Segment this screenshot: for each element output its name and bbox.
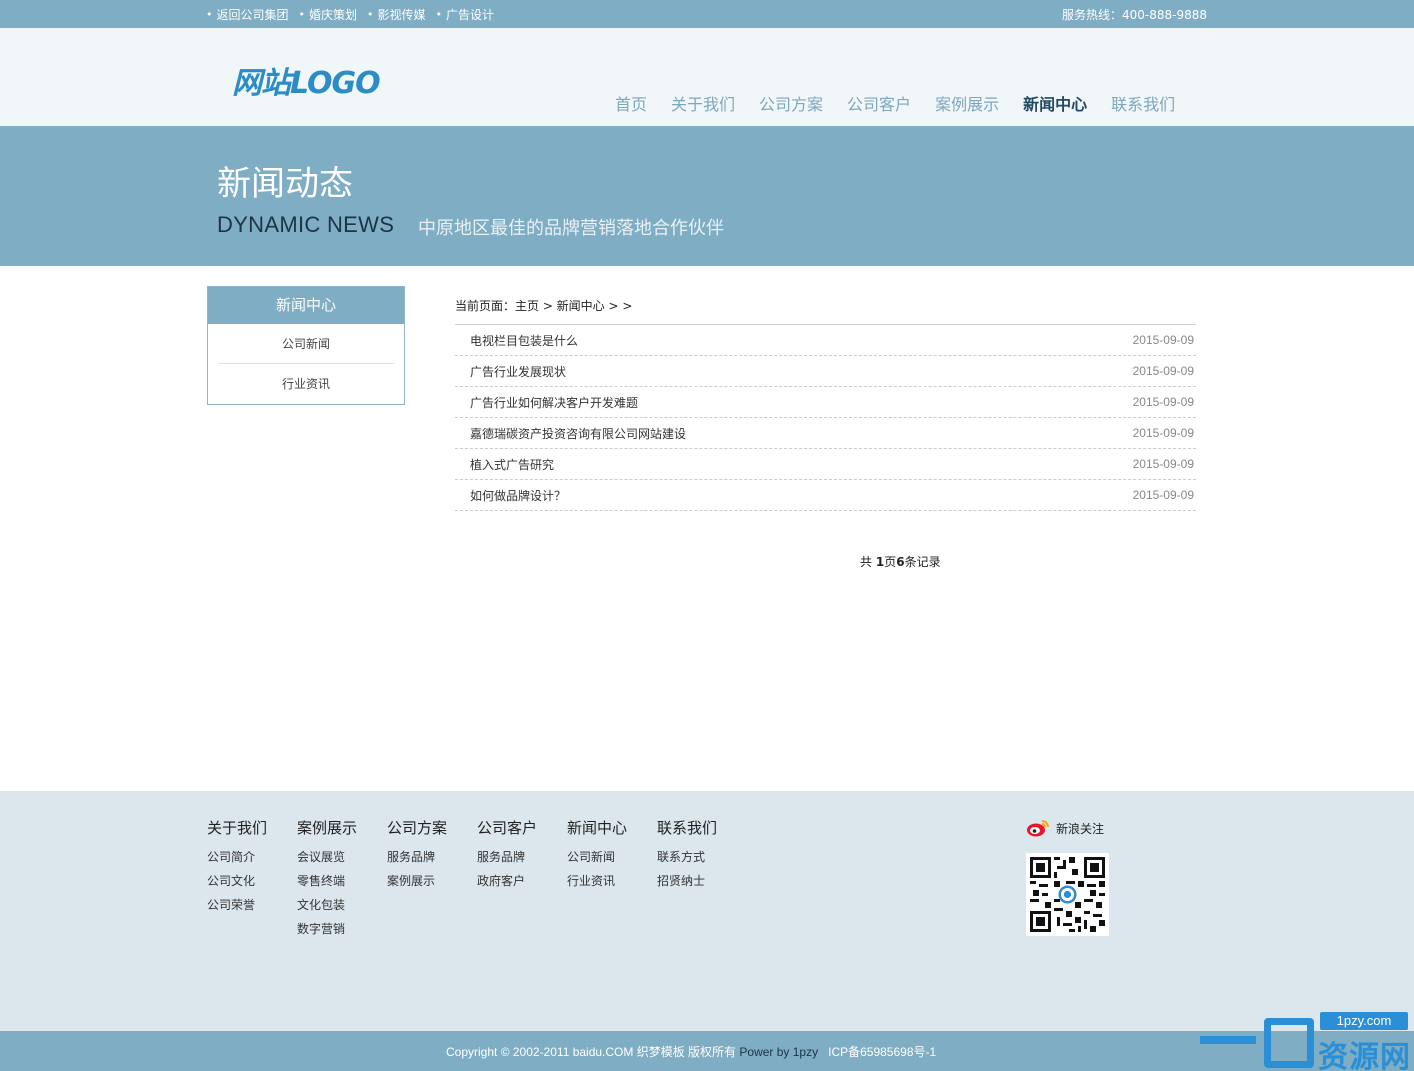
- watermark-text: 资源网: [1318, 1040, 1411, 1071]
- pager-page-count: 1: [875, 555, 885, 569]
- list-item[interactable]: 广告行业发展现状 2015-09-09: [455, 356, 1196, 387]
- list-item[interactable]: 如何做品牌设计？ 2015-09-09: [455, 480, 1196, 511]
- weibo-icon: [1026, 818, 1050, 838]
- top-bar: 返回公司集团 婚庆策划 影视传媒 广告设计 服务热线：400-888-9888: [0, 0, 1414, 28]
- footer-col-solutions: 公司方案 服务品牌 案例展示: [387, 817, 477, 893]
- breadcrumb[interactable]: 当前页面：主页 > 新闻中心 > >: [455, 297, 632, 314]
- footer-link[interactable]: 招贤纳士: [657, 869, 747, 893]
- footer-col-about: 关于我们 公司简介 公司文化 公司荣誉: [207, 817, 297, 917]
- banner-slogan: 中原地区最佳的品牌营销落地合作伙伴: [418, 218, 724, 239]
- top-link-media[interactable]: 影视传媒: [367, 6, 426, 23]
- watermark-bar: [1200, 1036, 1256, 1044]
- watermark: 1pzy.com 资源网: [1200, 1012, 1414, 1071]
- nav-about[interactable]: 关于我们: [659, 90, 747, 120]
- nav-clients[interactable]: 公司客户: [835, 90, 923, 120]
- footer-col-title: 公司方案: [387, 819, 448, 837]
- news-date: 2015-09-09: [1132, 364, 1194, 378]
- footer-col-clients: 公司客户 服务品牌 政府客户: [477, 817, 567, 893]
- top-links: 返回公司集团 婚庆策划 影视传媒 广告设计: [206, 0, 495, 28]
- nav-news[interactable]: 新闻中心: [1011, 90, 1099, 120]
- copyright: Copyright © 2002-2011 baidu.COM 织梦模板 版权所…: [446, 1031, 936, 1071]
- pager-mid: 页: [884, 555, 897, 569]
- qr-code-icon: [1030, 857, 1105, 932]
- watermark-url: 1pzy.com: [1320, 1012, 1408, 1030]
- icp-number: ICP备65985698号-1: [818, 1045, 937, 1059]
- sidebar-item-industry-news[interactable]: 行业资讯: [218, 364, 394, 404]
- footer-link[interactable]: 文化包装: [297, 893, 387, 917]
- banner-title: 新闻动态: [217, 164, 353, 204]
- pagination-summary: 共 1页6条记录: [860, 553, 941, 570]
- list-item[interactable]: 电视栏目包装是什么 2015-09-09: [455, 325, 1196, 356]
- footer-col-title: 关于我们: [207, 819, 268, 837]
- top-link-ad-design[interactable]: 广告设计: [436, 6, 494, 23]
- sidebar: 新闻中心 公司新闻 行业资讯: [207, 286, 405, 405]
- footer-link[interactable]: 公司新闻: [567, 845, 657, 869]
- news-title[interactable]: 植入式广告研究: [470, 456, 554, 473]
- watermark-logo-icon: [1264, 1018, 1314, 1068]
- news-title[interactable]: 广告行业发展现状: [470, 363, 566, 380]
- main-nav: 首页 关于我们 公司方案 公司客户 案例展示 新闻中心 联系我们: [603, 90, 1187, 120]
- footer-link[interactable]: 公司荣誉: [207, 893, 297, 917]
- news-date: 2015-09-09: [1132, 395, 1194, 409]
- news-title[interactable]: 广告行业如何解决客户开发难题: [470, 394, 638, 411]
- footer-link[interactable]: 行业资讯: [567, 869, 657, 893]
- qr-code: [1026, 853, 1109, 936]
- pager-record-count: 6: [896, 555, 905, 569]
- footer: 关于我们 公司简介 公司文化 公司荣誉 案例展示 会议展览 零售终端 文化包装 …: [0, 791, 1414, 1031]
- news-date: 2015-09-09: [1132, 426, 1194, 440]
- footer-link[interactable]: 政府客户: [477, 869, 567, 893]
- news-date: 2015-09-09: [1132, 457, 1194, 471]
- footer-link[interactable]: 联系方式: [657, 845, 747, 869]
- copyright-text: Copyright © 2002-2011 baidu.COM 织梦模板 版权所…: [446, 1045, 740, 1059]
- weibo-label: 新浪关注: [1056, 821, 1105, 836]
- footer-link[interactable]: 案例展示: [387, 869, 477, 893]
- header: 网站LOGO 首页 关于我们 公司方案 公司客户 案例展示 新闻中心 联系我们: [0, 28, 1414, 126]
- footer-col-news: 新闻中心 公司新闻 行业资讯: [567, 817, 657, 893]
- footer-col-title: 公司客户: [477, 819, 538, 837]
- news-title[interactable]: 如何做品牌设计？: [470, 487, 566, 504]
- pager-suffix: 条记录: [904, 555, 941, 569]
- list-item[interactable]: 嘉德瑞碳资产投资咨询有限公司网站建设 2015-09-09: [455, 418, 1196, 449]
- nav-contact[interactable]: 联系我们: [1099, 90, 1187, 120]
- weibo-follow[interactable]: 新浪关注: [1026, 818, 1104, 838]
- footer-col-title: 联系我们: [657, 819, 718, 837]
- service-hotline: 服务热线：400-888-9888: [1061, 7, 1207, 22]
- list-item[interactable]: 植入式广告研究 2015-09-09: [455, 449, 1196, 480]
- pager-prefix: 共: [860, 555, 876, 569]
- banner-subtitle-en: DYNAMIC NEWS: [217, 212, 395, 237]
- top-link-group[interactable]: 返回公司集团: [206, 6, 289, 23]
- nav-home[interactable]: 首页: [603, 90, 659, 120]
- top-link-wedding[interactable]: 婚庆策划: [299, 6, 357, 23]
- news-date: 2015-09-09: [1132, 488, 1194, 502]
- footer-link[interactable]: 会议展览: [297, 845, 387, 869]
- sidebar-item-company-news[interactable]: 公司新闻: [218, 324, 394, 364]
- list-item[interactable]: 广告行业如何解决客户开发难题 2015-09-09: [455, 387, 1196, 418]
- footer-link[interactable]: 零售终端: [297, 869, 387, 893]
- power-by-link[interactable]: Power by 1pzy: [739, 1045, 818, 1059]
- footer-col-title: 案例展示: [297, 819, 358, 837]
- page-banner: 新闻动态 DYNAMIC NEWS 中原地区最佳的品牌营销落地合作伙伴: [0, 126, 1414, 266]
- footer-link[interactable]: 数字营销: [297, 917, 387, 941]
- news-title[interactable]: 电视栏目包装是什么: [470, 332, 578, 349]
- footer-col-cases: 案例展示 会议展览 零售终端 文化包装 数字营销: [297, 817, 387, 941]
- nav-solutions[interactable]: 公司方案: [747, 90, 835, 120]
- footer-col-title: 新闻中心: [567, 819, 628, 837]
- news-list: 电视栏目包装是什么 2015-09-09 广告行业发展现状 2015-09-09…: [455, 324, 1196, 511]
- footer-link[interactable]: 公司文化: [207, 869, 297, 893]
- footer-link[interactable]: 服务品牌: [387, 845, 477, 869]
- sidebar-menu: 公司新闻 行业资讯: [208, 324, 404, 404]
- news-title[interactable]: 嘉德瑞碳资产投资咨询有限公司网站建设: [470, 425, 686, 442]
- site-logo[interactable]: 网站LOGO: [232, 58, 381, 102]
- news-date: 2015-09-09: [1132, 333, 1194, 347]
- footer-col-contact: 联系我们 联系方式 招贤纳士: [657, 817, 747, 893]
- footer-link[interactable]: 服务品牌: [477, 845, 567, 869]
- footer-link[interactable]: 公司简介: [207, 845, 297, 869]
- nav-cases[interactable]: 案例展示: [923, 90, 1011, 120]
- sidebar-title: 新闻中心: [208, 287, 404, 324]
